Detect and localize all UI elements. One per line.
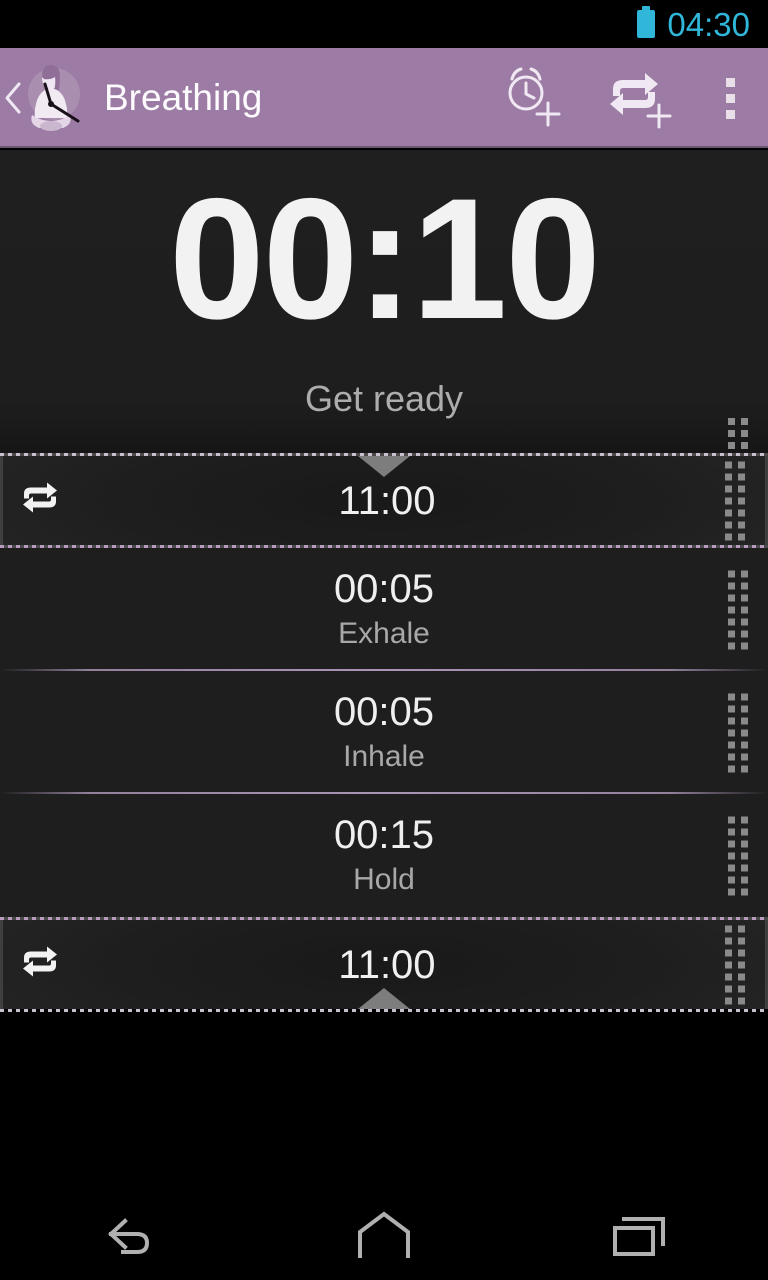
table-row[interactable]: 00:05 Inhale [0, 671, 768, 794]
battery-icon [637, 6, 656, 38]
android-screen: 04:30 Breathing 00:10 Get ready 11:00 00… [0, 0, 768, 1280]
timer-display-area[interactable]: 00:10 Get ready [0, 150, 768, 497]
recents-icon [613, 1217, 665, 1256]
meditation-clock-icon[interactable] [20, 62, 88, 134]
action-bar: Breathing [0, 48, 768, 148]
status-bar: 04:30 [0, 0, 768, 48]
navigation-bar [0, 1188, 768, 1280]
interval-label: Exhale [338, 617, 430, 650]
drag-handle-icon[interactable] [728, 693, 748, 772]
nav-home-button[interactable] [256, 1188, 512, 1280]
interval-list: 11:00 00:05 Exhale 00:05 Inhale 00:15 Ho… [0, 453, 768, 1012]
timer-status-text: Get ready [304, 378, 464, 419]
interval-time: 00:05 [333, 567, 435, 611]
interval-time: 00:15 [333, 813, 435, 857]
repeat-icon[interactable] [19, 945, 61, 984]
drag-handle-icon[interactable] [725, 925, 745, 1004]
table-row[interactable]: 00:15 Hold [0, 794, 768, 917]
nav-recents-button[interactable] [512, 1188, 768, 1280]
repeat-plus-icon [610, 73, 672, 129]
loop-start-row[interactable]: 11:00 [0, 456, 768, 545]
back-arrow-icon [108, 1218, 150, 1254]
loop-start-time: 11:00 [338, 478, 436, 523]
triangle-down-marker [358, 456, 410, 477]
interval-time: 00:05 [333, 690, 435, 734]
loop-end-time: 11:00 [338, 942, 436, 987]
interval-label: Inhale [343, 740, 425, 773]
add-timer-button[interactable] [480, 48, 586, 148]
table-row[interactable]: 00:05 Exhale [0, 548, 768, 671]
page-title: Breathing [104, 77, 263, 118]
triangle-up-marker [358, 988, 410, 1009]
interval-label: Hold [353, 863, 415, 896]
alarm-clock-plus-icon [508, 67, 561, 127]
repeat-icon[interactable] [19, 481, 61, 520]
list-bottom-dotted-border [0, 1009, 768, 1012]
timer-countdown-value: 00:10 [169, 163, 601, 355]
status-bar-clock: 04:30 [667, 5, 750, 43]
home-icon [358, 1211, 410, 1258]
status-bar-right: 04:30 [637, 5, 750, 43]
more-vertical-icon [725, 77, 735, 119]
nav-back-button[interactable] [0, 1188, 256, 1280]
drag-handle-icon[interactable] [728, 570, 748, 649]
overflow-menu-button[interactable] [692, 48, 768, 148]
add-loop-button[interactable] [586, 48, 692, 148]
drag-handle-icon[interactable] [728, 816, 748, 895]
loop-end-row[interactable]: 11:00 [0, 920, 768, 1009]
drag-handle-icon[interactable] [725, 461, 745, 540]
